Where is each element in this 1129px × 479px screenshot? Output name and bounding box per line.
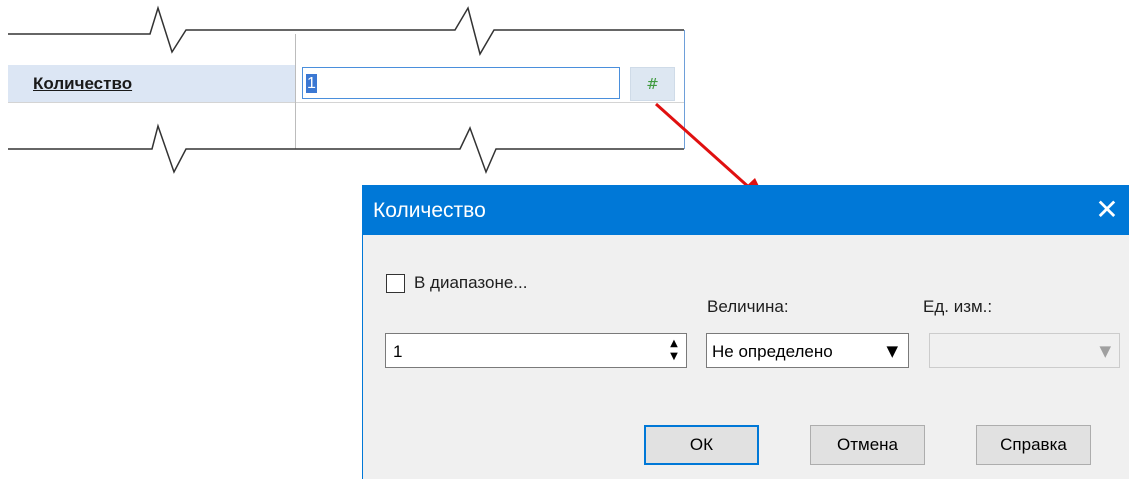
dialog-titlebar[interactable]: Количество ✕	[363, 185, 1129, 235]
value-spinbox-text: 1	[393, 342, 403, 361]
ok-button[interactable]: ОК	[644, 425, 759, 465]
magnitude-select[interactable]: Не определено ▼	[706, 333, 909, 368]
magnitude-select-value: Не определено	[712, 342, 833, 361]
magnitude-label: Величина:	[707, 297, 789, 316]
help-button[interactable]: Справка	[976, 425, 1091, 465]
cancel-button[interactable]: Отмена	[810, 425, 925, 465]
dropdown-arrow-icon: ▼	[1099, 342, 1111, 360]
value-spinbox[interactable]: 1 ▲ ▼	[385, 333, 687, 368]
dialog-title: Количество	[373, 199, 486, 222]
dropdown-arrow-icon: ▼	[886, 342, 898, 360]
quantity-dialog: Количество ✕ В диапазоне... Величина: Ед…	[362, 185, 1129, 479]
range-checkbox[interactable]	[386, 274, 405, 293]
unit-label: Ед. изм.:	[923, 297, 993, 316]
range-checkbox-label[interactable]: В диапазоне...	[414, 273, 527, 293]
close-icon[interactable]: ✕	[1085, 185, 1129, 235]
spin-arrows-icon[interactable]: ▲ ▼	[668, 337, 680, 364]
unit-select: ▼	[929, 333, 1120, 368]
